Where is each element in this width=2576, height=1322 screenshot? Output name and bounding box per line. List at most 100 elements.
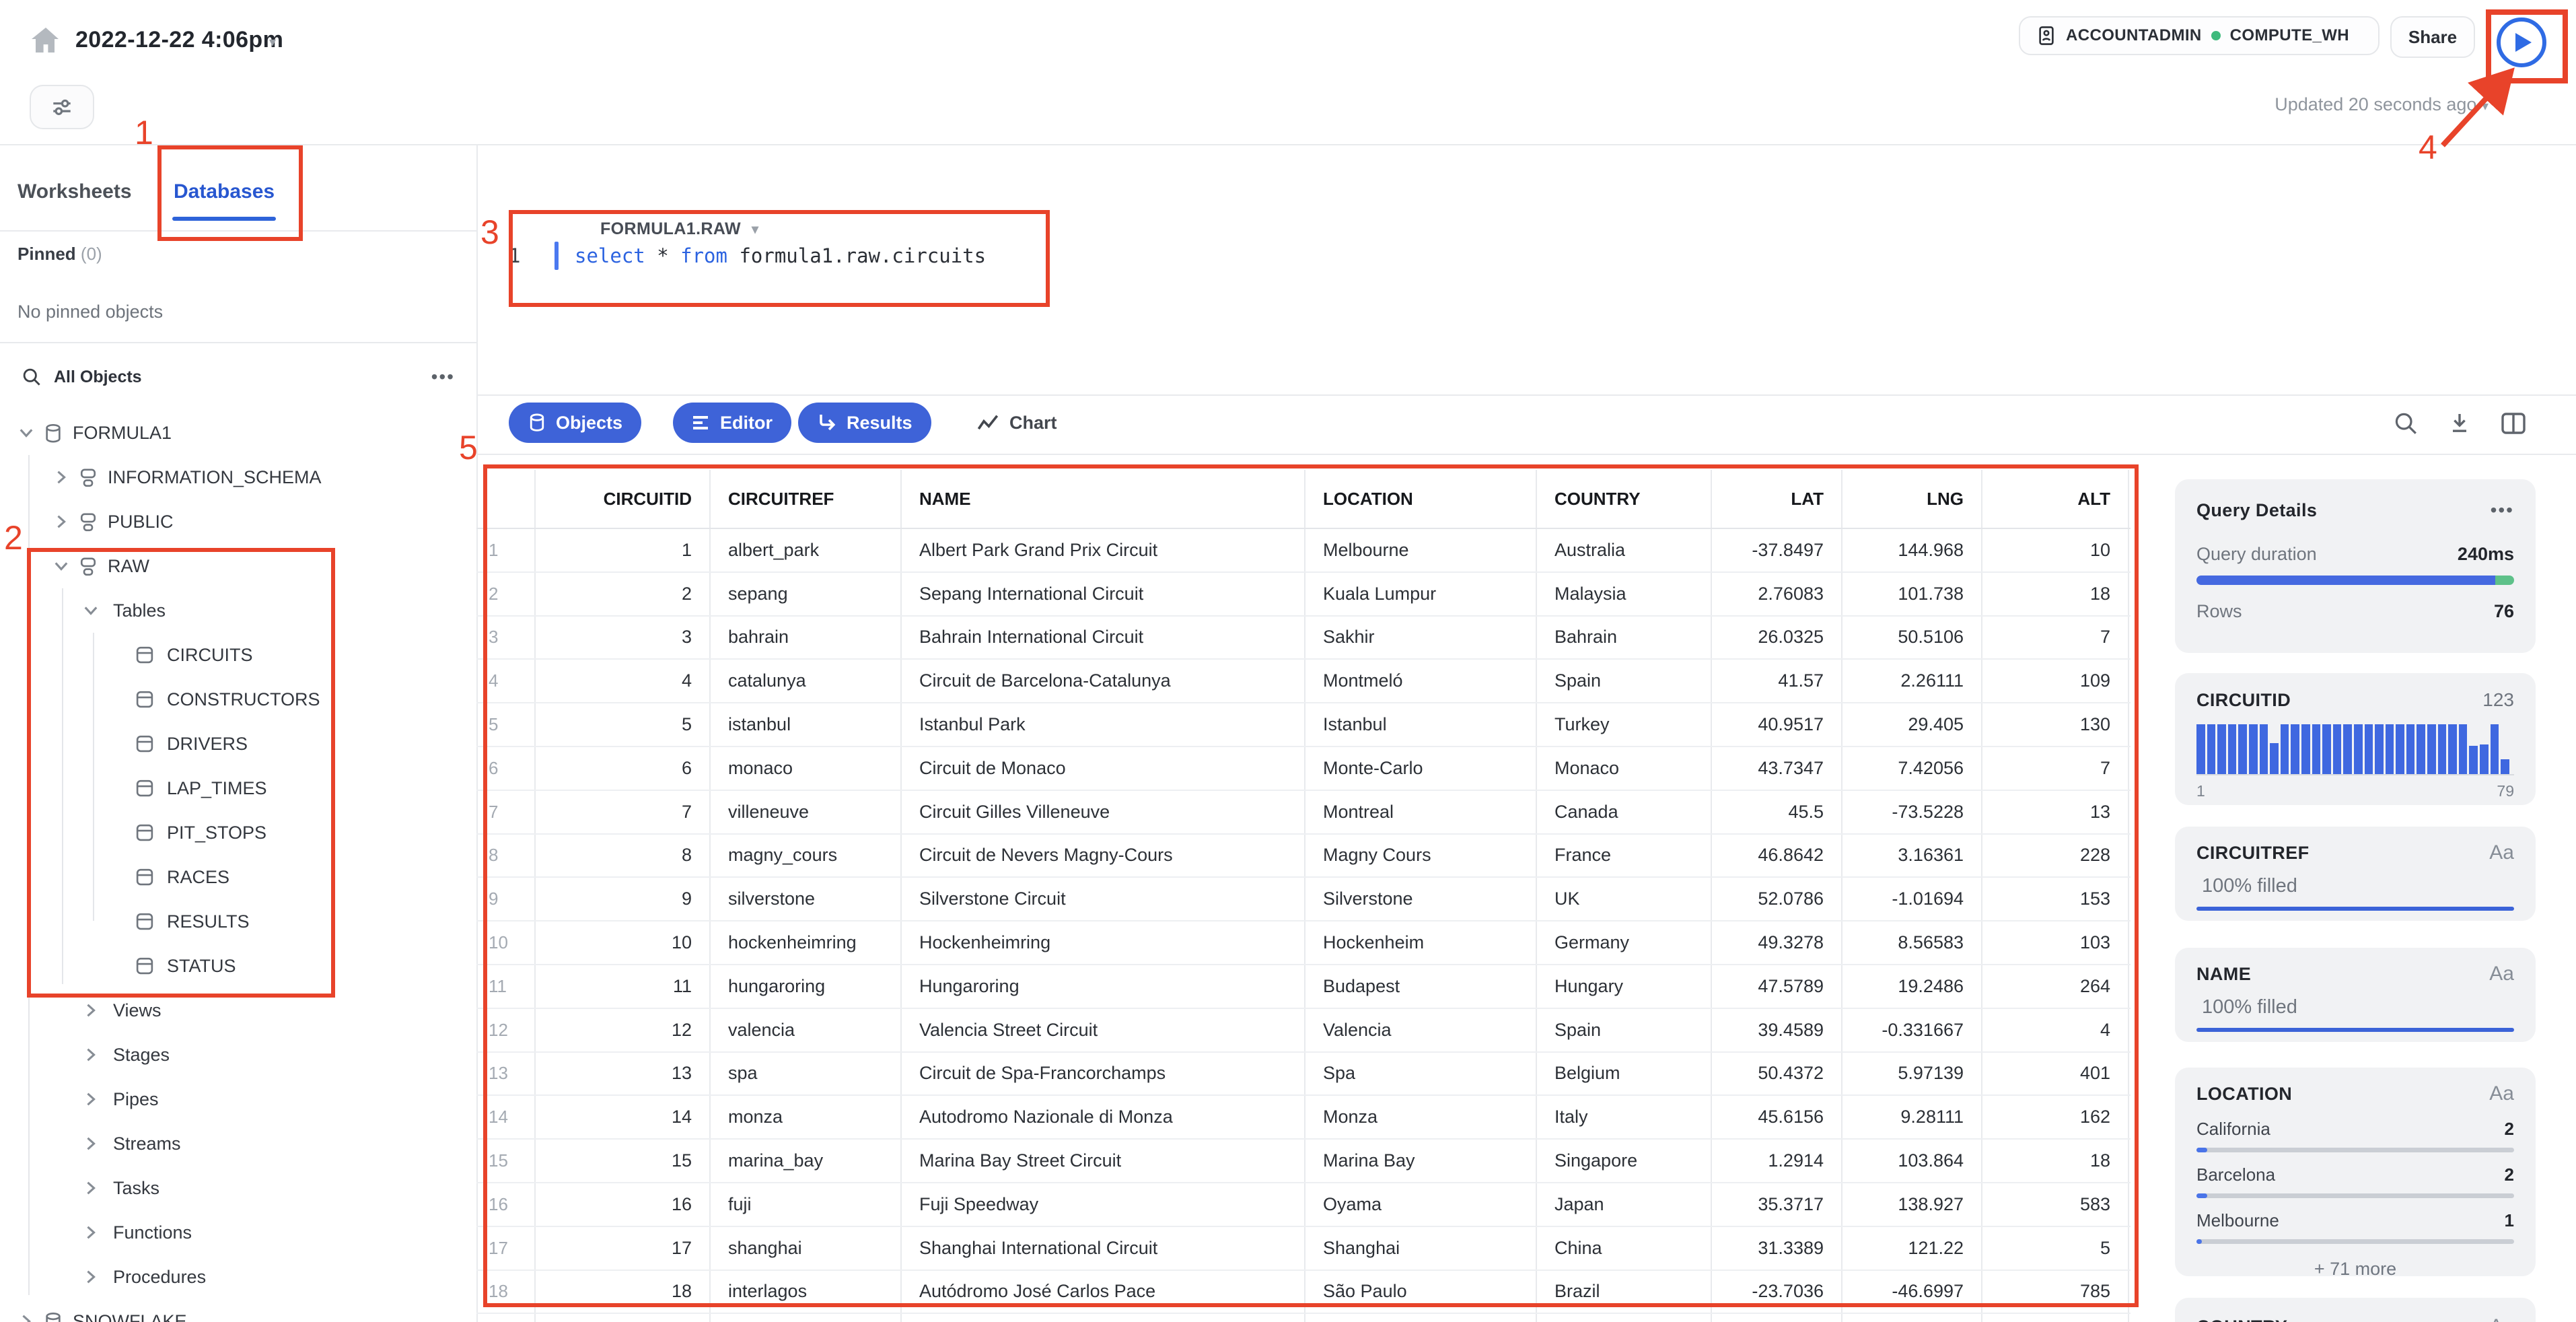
table-row[interactable]: 4 4 catalunya Circuit de Barcelona-Cataluny… xyxy=(476,660,2131,704)
table-row[interactable]: 17 17 shanghai Shanghai International Circu… xyxy=(476,1226,2131,1271)
column-header-circuitref[interactable]: CIRCUITREF xyxy=(711,470,902,528)
table-icon xyxy=(135,689,155,709)
table-cell: Australia xyxy=(1537,529,1712,571)
histogram-bar xyxy=(2469,746,2478,774)
table-cell: 11 xyxy=(536,965,711,1008)
context-selector[interactable]: ACCOUNTADMIN COMPUTE_WH xyxy=(2019,16,2380,55)
tree-item-label: SNOWFLAKE xyxy=(73,1311,187,1322)
download-results-button[interactable] xyxy=(2447,411,2472,436)
circuitid-histogram[interactable] xyxy=(2196,723,2514,775)
table-row[interactable]: 15 15 marina_bay Marina Bay Street Circuit M… xyxy=(476,1140,2131,1183)
table-row[interactable]: 11 11 hungaroring Hungaroring Budapest Hungar… xyxy=(476,965,2131,1009)
object-search[interactable]: All Objects ••• xyxy=(0,358,476,396)
chevron-right-icon[interactable] xyxy=(83,1092,98,1107)
query-details-title: Query Details xyxy=(2196,499,2318,520)
tree-item-label: LAP_TIMES xyxy=(167,778,267,798)
chevron-down-icon[interactable] xyxy=(83,603,98,618)
column-header-circuitid[interactable]: CIRCUITID xyxy=(536,470,711,528)
tab-results[interactable]: Results xyxy=(798,403,931,443)
chevron-right-icon[interactable] xyxy=(83,1003,98,1018)
table-cell: -1.01694 xyxy=(1842,878,1982,921)
table-cell: marina_bay xyxy=(711,1140,902,1182)
table-row[interactable]: 10 10 hockenheimring Hockenheimring Hockenhe… xyxy=(476,921,2131,965)
column-header-location[interactable]: LOCATION xyxy=(1305,470,1537,528)
table-cell: China xyxy=(1537,1226,1712,1269)
location-stat-row: Melbourne 1 xyxy=(2196,1210,2514,1231)
histogram-bar xyxy=(2238,724,2247,774)
tab-objects[interactable]: Objects xyxy=(509,403,642,443)
results-table[interactable]: CIRCUITID CIRCUITREF NAME LOCATION COUNTRY LA… xyxy=(476,470,2131,1322)
table-cell: 45.5 xyxy=(1712,790,1842,833)
chevron-right-icon[interactable] xyxy=(83,1225,98,1240)
table-row[interactable]: 14 14 monza Autodromo Nazionale di Monza Mon… xyxy=(476,1096,2131,1140)
table-row[interactable]: 1 1 albert_park Albert Park Grand Prix Circ… xyxy=(476,529,2131,573)
no-pinned-objects-label: No pinned objects xyxy=(17,302,164,322)
table-cell: Indianapolis xyxy=(1305,1314,1537,1322)
table-cell: istanbul xyxy=(711,703,902,746)
column-header-alt[interactable]: ALT xyxy=(1982,470,2129,528)
tree-item-label: DRIVERS xyxy=(167,734,248,754)
table-cell: 19.2486 xyxy=(1842,965,1982,1008)
table-row[interactable]: 9 9 silverstone Silverstone Circuit Silverst… xyxy=(476,878,2131,922)
table-row[interactable]: 7 7 villeneuve Circuit Gilles Villeneuve Mon… xyxy=(476,790,2131,835)
column-header-lat[interactable]: LAT xyxy=(1712,470,1842,528)
chevron-right-icon[interactable] xyxy=(83,1269,98,1284)
table-row[interactable]: 6 6 monaco Circuit de Monaco Monte-Carlo Mona… xyxy=(476,747,2131,791)
chevron-right-icon[interactable] xyxy=(19,1314,34,1322)
context-caret-icon: ▾ xyxy=(751,222,759,237)
table-row[interactable]: 3 3 bahrain Bahrain International Circuit Sa… xyxy=(476,616,2131,660)
more-values-label[interactable]: + 71 more xyxy=(2196,1259,2514,1280)
location-stat-row: Barcelona 2 xyxy=(2196,1164,2514,1185)
sliders-icon xyxy=(53,99,71,115)
table-cell: 121.22 xyxy=(1842,1226,1982,1269)
table-cell: Valencia Street Circuit xyxy=(902,1008,1305,1051)
schema-icon xyxy=(78,512,98,533)
table-row[interactable]: 18 18 interlagos Autódromo José Carlos Pace… xyxy=(476,1270,2131,1315)
table-row[interactable]: 16 16 fuji Fuji Speedway Oyama Japan 35.3717 13… xyxy=(476,1183,2131,1227)
table-row[interactable]: 5 5 istanbul Istanbul Park Istanbul Turkey 40.… xyxy=(476,703,2131,747)
sidebar-tab-worksheets[interactable]: Worksheets xyxy=(17,180,132,203)
annotation-number-5: 5 xyxy=(459,429,478,466)
chevron-right-icon[interactable] xyxy=(54,470,69,485)
column-header-name[interactable]: NAME xyxy=(902,470,1305,528)
chevron-right-icon[interactable] xyxy=(54,514,69,529)
tree-item-label: RESULTS xyxy=(167,911,250,932)
table-cell: Malaysia xyxy=(1537,572,1712,615)
worksheet-context-tab[interactable]: FORMULA1.RAW ▾ xyxy=(600,219,758,239)
row-number-header xyxy=(476,470,536,528)
filters-button[interactable] xyxy=(30,85,94,129)
sidebar-tab-databases[interactable]: Databases xyxy=(174,180,275,203)
table-row[interactable]: 13 13 spa Circuit de Spa-Francorchamps Spa Be… xyxy=(476,1052,2131,1097)
table-cell: -46.6997 xyxy=(1842,1270,1982,1313)
objects-menu-button[interactable]: ••• xyxy=(431,366,455,388)
share-button[interactable]: Share xyxy=(2390,16,2475,58)
chevron-right-icon[interactable] xyxy=(83,1181,98,1195)
histogram-bar xyxy=(2291,724,2299,774)
tree-item-label: CONSTRUCTORS xyxy=(167,689,320,709)
split-panel-button[interactable] xyxy=(2501,411,2526,436)
table-row[interactable]: 1919indianapolisIndianapolis Motor Speed… xyxy=(476,1314,2131,1322)
column-header-country[interactable]: COUNTRY xyxy=(1537,470,1712,528)
query-details-menu-button[interactable]: ••• xyxy=(2491,499,2514,521)
chevron-down-icon[interactable] xyxy=(54,559,69,573)
table-row[interactable]: 8 8 magny_cours Circuit de Nevers Magny-Cou… xyxy=(476,834,2131,878)
home-button[interactable] xyxy=(24,19,67,62)
table-row[interactable]: 2 2 sepang Sepang International Circuit Kual… xyxy=(476,572,2131,617)
table-cell: interlagos xyxy=(711,1270,902,1313)
tab-chart[interactable]: Chart xyxy=(977,403,1057,443)
tab-editor[interactable]: Editor xyxy=(673,403,791,443)
role-badge-icon xyxy=(2039,26,2054,45)
sql-editor-line[interactable]: 1 select * from formula1.raw.circuits xyxy=(509,240,986,272)
column-header-lng[interactable]: LNG xyxy=(1842,470,1982,528)
chevron-right-icon[interactable] xyxy=(83,1047,98,1062)
table-row[interactable]: 12 12 valencia Valencia Street Circuit Valen… xyxy=(476,1008,2131,1053)
table-cell: 401 xyxy=(1982,1052,2129,1095)
table-cell: Montmeló xyxy=(1305,660,1537,703)
table-cell: 264 xyxy=(1982,965,2129,1008)
table-cell: 19 xyxy=(536,1314,711,1322)
table-cell: Italy xyxy=(1537,1096,1712,1139)
title-caret-icon[interactable]: ▾ xyxy=(269,34,276,50)
chevron-down-icon[interactable] xyxy=(19,425,34,440)
search-results-button[interactable] xyxy=(2393,411,2419,436)
chevron-right-icon[interactable] xyxy=(83,1136,98,1151)
